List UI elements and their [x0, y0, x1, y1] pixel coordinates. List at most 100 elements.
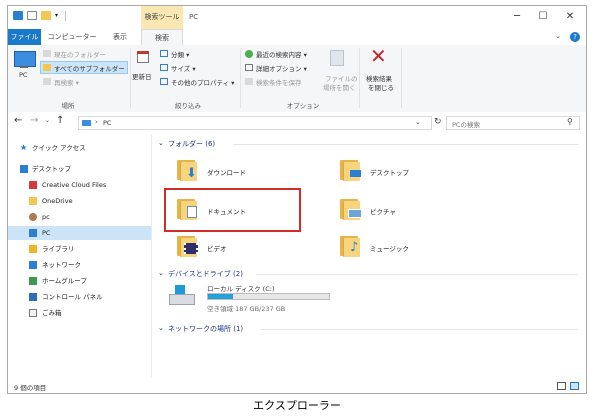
maximize-button[interactable]: ☐: [532, 9, 554, 25]
nav-item-quick-access[interactable]: ★ クイック アクセス: [8, 141, 151, 155]
search-again-icon: [43, 78, 51, 85]
nav-label-homegroup: ホームグループ: [42, 277, 87, 285]
nav-item-creative-cloud[interactable]: Creative Cloud Files: [8, 178, 151, 192]
up-arrow-icon[interactable]: ↑: [56, 115, 64, 126]
advanced-options-icon: [245, 64, 253, 71]
recent-locations-icon[interactable]: ⌄: [45, 117, 50, 124]
film-overlay-icon: [184, 243, 198, 254]
details-view-icon[interactable]: [557, 382, 566, 390]
folder-label-videos: ビデオ: [207, 245, 227, 253]
large-icons-view-icon[interactable]: [570, 382, 579, 390]
tab-search[interactable]: 検索: [141, 29, 183, 45]
tab-computer[interactable]: コンピューター: [43, 29, 101, 45]
help-icon[interactable]: ?: [570, 32, 580, 42]
nav-label-control-panel: コントロール パネル: [42, 293, 103, 301]
devices-group-header[interactable]: デバイスとドライブ (2): [168, 269, 243, 279]
close-search-line2[interactable]: を閉じる: [368, 82, 394, 92]
current-folder-icon: [43, 50, 51, 57]
search-box[interactable]: PCの検索 ⚲: [446, 116, 580, 130]
breadcrumb-pc[interactable]: PC: [103, 119, 111, 127]
nav-item-user[interactable]: pc: [8, 210, 151, 224]
pc-scope-icon[interactable]: [14, 51, 36, 67]
document-overlay-icon: [187, 206, 197, 218]
group-options-label: オプション: [286, 102, 320, 110]
recent-searches-icon: [245, 50, 253, 58]
creative-cloud-icon: [29, 181, 37, 189]
search-again-button[interactable]: 再検索 ▾: [54, 77, 79, 87]
address-bar[interactable]: › PC ⌄: [78, 116, 432, 130]
network-chevron-icon[interactable]: ⌄: [158, 324, 164, 332]
current-folder-button[interactable]: 現在のフォルダー: [54, 49, 106, 59]
folder-documents[interactable]: ドキュメント: [177, 197, 297, 223]
nav-label-user: pc: [42, 213, 50, 221]
pc-app-icon: [13, 11, 23, 20]
nav-item-network[interactable]: ネットワーク: [8, 258, 151, 272]
nav-label-creative-cloud: Creative Cloud Files: [42, 181, 107, 189]
close-button[interactable]: ✕: [559, 9, 581, 25]
date-modified-button[interactable]: 更新日: [132, 71, 152, 81]
all-subfolders-button[interactable]: すべてのサブフォルダー: [54, 63, 125, 73]
tab-view[interactable]: 表示: [104, 29, 136, 45]
library-icon: [29, 245, 37, 253]
close-search-icon[interactable]: ✕: [370, 45, 387, 67]
new-folder-icon[interactable]: [41, 11, 51, 20]
nav-item-desktop[interactable]: デスクトップ: [8, 162, 151, 176]
folder-label-documents: ドキュメント: [207, 208, 246, 216]
nav-item-homegroup[interactable]: ホームグループ: [8, 274, 151, 288]
folder-label-music: ミュージック: [370, 245, 409, 253]
nav-item-pc[interactable]: PC: [8, 226, 151, 240]
network-group-header[interactable]: ネットワークの場所 (1): [168, 324, 243, 334]
breadcrumb-chevron-icon[interactable]: ›: [95, 118, 98, 126]
all-subfolders-icon: [43, 64, 51, 71]
windows-logo-icon: [175, 285, 185, 294]
save-search-button[interactable]: 検索条件を保存: [256, 77, 302, 87]
folder-desktop[interactable]: デスクトップ: [340, 158, 460, 184]
folder-music[interactable]: ♪ ミュージック: [340, 234, 460, 260]
homegroup-icon: [29, 277, 37, 285]
recent-searches-button[interactable]: 最近の検索内容 ▾: [256, 49, 307, 59]
properties-icon[interactable]: [27, 11, 37, 20]
kind-button[interactable]: 分類 ▾: [171, 49, 189, 59]
nav-item-library[interactable]: ライブラリ: [8, 242, 151, 256]
save-search-icon: [245, 78, 253, 85]
folder-pictures[interactable]: ピクチャ: [340, 197, 460, 223]
nav-label-onedrive: OneDrive: [42, 197, 73, 205]
refresh-icon[interactable]: ↻: [434, 117, 442, 127]
user-icon: [29, 213, 37, 221]
devices-group-line: [256, 274, 578, 275]
figure-caption: エクスプローラー: [253, 399, 341, 412]
group-separator: [359, 48, 360, 108]
content-pane: ⌄ フォルダー (6) ⬇ ダウンロード デスクトップ ドキュメント ピクチャ: [153, 134, 586, 377]
pc-scope-label[interactable]: PC: [19, 71, 27, 79]
network-group-line: [261, 329, 578, 330]
group-refine-label: 絞り込み: [175, 102, 201, 110]
nav-item-control-panel[interactable]: コントロール パネル: [8, 290, 151, 304]
title-separator: [65, 11, 66, 21]
picture-overlay-icon: [348, 209, 362, 218]
drive-free-space: 空き領域 187 GB/237 GB: [207, 305, 286, 313]
ribbon-collapse-icon[interactable]: ⌄: [555, 32, 561, 40]
control-panel-icon: [29, 293, 37, 301]
folder-videos[interactable]: ビデオ: [177, 234, 297, 260]
search-icon[interactable]: ⚲: [567, 117, 573, 126]
nav-item-recycle-bin[interactable]: ごみ箱: [8, 306, 151, 320]
nav-item-onedrive[interactable]: OneDrive: [8, 194, 151, 208]
folder-downloads[interactable]: ⬇ ダウンロード: [177, 158, 297, 184]
size-button[interactable]: サイズ ▾: [171, 63, 196, 73]
address-dropdown-icon[interactable]: ⌄: [415, 118, 421, 126]
other-properties-button[interactable]: その他のプロパティ ▾: [171, 77, 234, 87]
group-separator: [401, 48, 402, 108]
folders-chevron-icon[interactable]: ⌄: [158, 139, 164, 147]
quick-access-dropdown-icon[interactable]: ▾: [55, 12, 58, 19]
drive-c[interactable]: ローカル ディスク (C:) 空き領域 187 GB/237 GB: [169, 283, 339, 315]
advanced-options-button[interactable]: 詳細オプション ▾: [256, 63, 307, 73]
folders-group-header[interactable]: フォルダー (6): [168, 139, 215, 149]
tab-file[interactable]: ファイル: [8, 29, 41, 45]
devices-chevron-icon[interactable]: ⌄: [158, 269, 164, 277]
nav-label-desktop: デスクトップ: [32, 165, 71, 173]
minimize-button[interactable]: ─: [506, 9, 528, 25]
forward-arrow-icon[interactable]: →: [30, 115, 38, 126]
back-arrow-icon[interactable]: ←: [14, 115, 22, 126]
open-file-location-line2[interactable]: 場所を開く: [323, 82, 356, 92]
navigation-pane: ★ クイック アクセス デスクトップ Creative Cloud Files …: [8, 134, 152, 377]
